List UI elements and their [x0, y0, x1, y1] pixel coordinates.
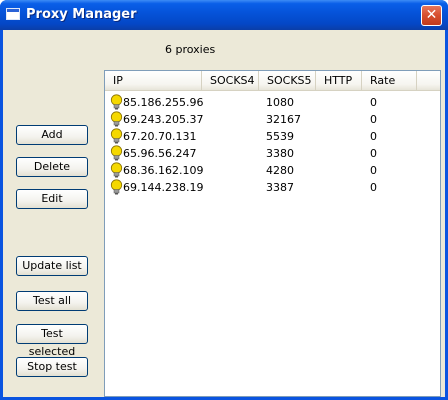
table-row[interactable]: 69.144.238.19 3387 0 — [105, 179, 440, 196]
lightbulb-icon — [110, 111, 123, 127]
lightbulb-icon — [110, 128, 123, 144]
stop-test-button[interactable]: Stop test — [16, 357, 88, 377]
cell-ip: 69.243.205.37 — [123, 113, 204, 126]
cell-socks5: 3387 — [266, 181, 294, 194]
column-header-http[interactable]: HTTP — [316, 71, 362, 90]
cell-rate: 0 — [370, 96, 377, 109]
cell-rate: 0 — [370, 130, 377, 143]
window-icon — [6, 8, 20, 20]
lightbulb-icon — [110, 94, 123, 110]
cell-rate: 0 — [370, 147, 377, 160]
lightbulb-icon — [110, 145, 123, 161]
column-header-socks4[interactable]: SOCKS4 — [202, 71, 259, 90]
delete-button[interactable]: Delete — [16, 157, 88, 177]
cell-ip: 67.20.70.131 — [123, 130, 197, 143]
cell-rate: 0 — [370, 181, 377, 194]
client-area: 6 proxies Add Delete Edit Update list Te… — [3, 30, 445, 397]
test-all-button[interactable]: Test all — [16, 291, 88, 311]
cell-rate: 0 — [370, 113, 377, 126]
cell-rate: 0 — [370, 164, 377, 177]
test-selected-button[interactable]: Test selected — [16, 324, 88, 358]
window-title: Proxy Manager — [26, 7, 137, 22]
table-row[interactable]: 67.20.70.131 5539 0 — [105, 128, 440, 145]
update-list-button[interactable]: Update list — [16, 256, 88, 276]
cell-ip: 69.144.238.19 — [123, 181, 204, 194]
cell-socks5: 1080 — [266, 96, 294, 109]
list-header: IP SOCKS4 SOCKS5 HTTP Rate — [105, 71, 440, 91]
cell-ip: 65.96.56.247 — [123, 147, 197, 160]
close-button[interactable]: ✕ — [421, 5, 442, 26]
cell-ip: 68.36.162.109 — [123, 164, 204, 177]
column-header-socks5[interactable]: SOCKS5 — [259, 71, 316, 90]
column-header-rate[interactable]: Rate — [362, 71, 417, 90]
proxy-count-label: 6 proxies — [165, 43, 216, 56]
table-row[interactable]: 68.36.162.109 4280 0 — [105, 162, 440, 179]
edit-button[interactable]: Edit — [16, 189, 88, 209]
cell-ip: 85.186.255.96 — [123, 96, 204, 109]
lightbulb-icon — [110, 179, 123, 195]
proxy-manager-window: Proxy Manager ✕ 6 proxies Add Delete Edi… — [0, 0, 448, 400]
title-bar[interactable]: Proxy Manager ✕ — [0, 0, 448, 30]
cell-socks5: 3380 — [266, 147, 294, 160]
add-button[interactable]: Add — [16, 125, 88, 145]
table-row[interactable]: 69.243.205.37 32167 0 — [105, 111, 440, 128]
column-header-ip[interactable]: IP — [105, 71, 202, 90]
cell-socks5: 32167 — [266, 113, 301, 126]
proxy-list[interactable]: IP SOCKS4 SOCKS5 HTTP Rate 85.186.255.96… — [104, 70, 441, 397]
cell-socks5: 4280 — [266, 164, 294, 177]
lightbulb-icon — [110, 162, 123, 178]
cell-socks5: 5539 — [266, 130, 294, 143]
table-row[interactable]: 65.96.56.247 3380 0 — [105, 145, 440, 162]
table-row[interactable]: 85.186.255.96 1080 0 — [105, 94, 440, 111]
